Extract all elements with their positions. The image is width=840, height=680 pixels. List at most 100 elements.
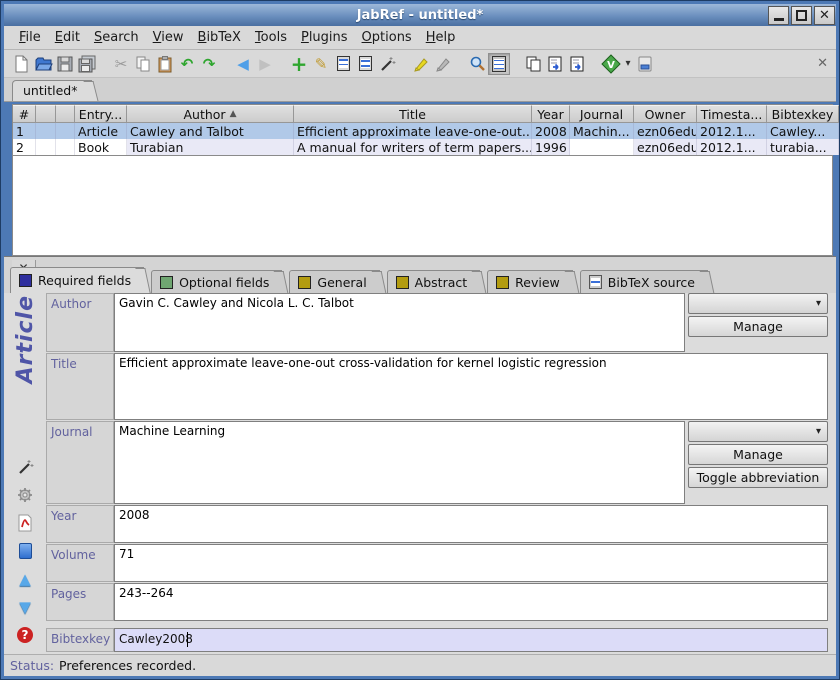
forward-icon[interactable]: ▶ [254,53,276,75]
menu-edit[interactable]: Edit [48,28,87,47]
author-input[interactable]: Gavin C. Cawley and Nicola L. C. Talbot [114,293,685,352]
open-external-file-icon[interactable] [15,542,35,560]
status-label: Status: [10,658,54,673]
jabref-window: JabRef - untitled* ✕ File Edit Search Vi… [0,0,840,680]
column-header-bibtexkey[interactable]: Bibtexkey [767,105,839,123]
duplicate-icon[interactable] [522,53,544,75]
generate-bibtexkey-icon[interactable] [15,458,35,476]
cleanup-wand-icon[interactable] [376,53,398,75]
tab-optional-fields[interactable]: Optional fields [151,270,282,293]
column-header-year[interactable]: Year [532,105,570,123]
toggle-sidepane-icon[interactable] [488,53,510,75]
optional-fields-icon [160,276,173,289]
column-header-author[interactable]: Author▲ [127,105,294,123]
edit-preamble-icon[interactable] [354,53,376,75]
push-dropdown-icon[interactable]: ▾ [622,53,634,75]
close-icon: ✕ [819,8,830,23]
edit-strings-icon[interactable] [332,53,354,75]
save-all-icon[interactable] [76,53,98,75]
bibtexkey-field-label: Bibtexkey [46,628,114,652]
entry-editor-tabs: ✕ Required fields Optional fields Genera… [4,257,836,293]
journal-input[interactable]: Machine Learning [114,421,685,504]
tab-review[interactable]: Review [487,270,573,293]
toggle-abbreviation-button[interactable]: Toggle abbreviation [688,467,828,488]
entry-editor-side-toolbar: Article ▲ ▼ ? [4,293,46,654]
cell-bibtexkey: Cawley... [767,123,839,139]
column-header-icon1[interactable] [36,105,56,123]
cut-icon[interactable]: ✂ [110,53,132,75]
database-tab-untitled[interactable]: untitled* [12,80,92,101]
cell-icon2 [56,123,75,139]
menu-bibtex[interactable]: BibTeX [191,28,248,47]
titlebar: JabRef - untitled* ✕ [4,4,836,26]
required-fields-form: Author Gavin C. Cawley and Nicola L. C. … [46,293,836,654]
search-icon[interactable] [466,53,488,75]
column-header-num[interactable]: # [13,105,36,123]
chevron-down-icon: ▾ [816,426,821,437]
mark-entries-icon[interactable] [410,53,432,75]
menu-search[interactable]: Search [87,28,146,47]
bibtex-source-icon [589,275,602,289]
copy-icon[interactable] [132,53,154,75]
menu-help[interactable]: Help [419,28,463,47]
save-database-icon[interactable] [54,53,76,75]
entry-table: # Entry... Author▲ Title Year Journal Ow… [12,104,833,156]
cell-owner: ezn06edu [634,139,697,155]
table-row[interactable]: 2 Book Turabian A manual for writers of … [13,139,832,155]
window-title: JabRef - untitled* [4,8,836,23]
maximize-button[interactable] [791,6,812,25]
column-header-timestamp[interactable]: Timesta... [697,105,767,123]
undo-icon[interactable]: ↶ [176,53,198,75]
author-manage-button[interactable]: Manage [688,316,828,337]
journal-names-dropdown[interactable]: ▾ [688,421,828,442]
next-entry-icon[interactable]: ▼ [15,598,35,616]
tab-abstract[interactable]: Abstract [387,270,480,293]
volume-input[interactable]: 71 [114,544,828,582]
redo-icon[interactable]: ↷ [198,53,220,75]
unmark-entries-icon[interactable] [432,53,454,75]
tab-bibtex-source[interactable]: BibTeX source [580,270,708,293]
column-header-journal[interactable]: Journal [570,105,634,123]
general-icon [298,276,311,289]
menu-options[interactable]: Options [355,28,419,47]
year-input[interactable]: 2008 [114,505,828,543]
menu-file[interactable]: File [12,28,48,47]
cell-year: 1996 [532,139,570,155]
help-icon[interactable]: ? [15,626,35,644]
cell-num: 1 [13,123,36,139]
tab-required-fields[interactable]: Required fields [10,267,144,293]
push-application-2-icon[interactable] [566,53,588,75]
toolbar-close-icon[interactable]: ✕ [817,56,828,71]
autoset-links-gear-icon[interactable] [15,486,35,504]
write-xmp-pdf-icon[interactable] [15,514,35,532]
external-application-icon[interactable] [634,53,656,75]
push-vim-icon[interactable]: V [600,53,622,75]
title-input[interactable]: Efficient approximate leave-one-out cros… [114,353,828,420]
menu-view[interactable]: View [146,28,191,47]
previous-entry-icon[interactable]: ▲ [15,570,35,588]
pages-input[interactable]: 243--264 [114,583,828,621]
new-entry-icon[interactable]: + [288,53,310,75]
author-names-dropdown[interactable]: ▾ [688,293,828,314]
table-header-row: # Entry... Author▲ Title Year Journal Ow… [13,105,832,123]
open-database-icon[interactable] [32,53,54,75]
column-header-title[interactable]: Title [294,105,532,123]
column-header-owner[interactable]: Owner [634,105,697,123]
cell-bibtexkey: turabia... [767,139,839,155]
minimize-button[interactable] [768,6,789,25]
bibtexkey-input[interactable]: Cawley2008 [114,628,828,652]
push-application-1-icon[interactable] [544,53,566,75]
table-row[interactable]: 1 Article Cawley and Talbot Efficient ap… [13,123,832,139]
edit-entry-icon[interactable]: ✎ [310,53,332,75]
menu-plugins[interactable]: Plugins [294,28,355,47]
tab-general[interactable]: General [289,270,379,293]
journal-manage-button[interactable]: Manage [688,444,828,465]
close-button[interactable]: ✕ [814,6,835,25]
column-header-icon2[interactable] [56,105,75,123]
back-icon[interactable]: ◀ [232,53,254,75]
column-header-entrytype[interactable]: Entry... [75,105,127,123]
cell-icon2 [56,139,75,155]
menu-tools[interactable]: Tools [248,28,294,47]
new-database-icon[interactable] [10,53,32,75]
paste-icon[interactable] [154,53,176,75]
